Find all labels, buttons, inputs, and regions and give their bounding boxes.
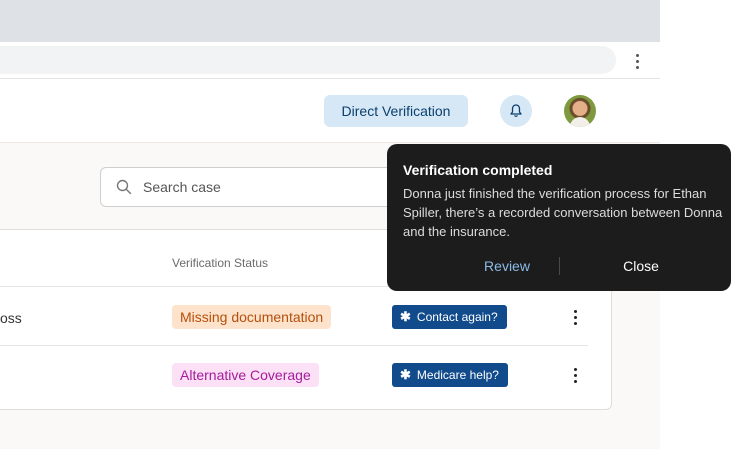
browser-tab-strip (0, 0, 660, 42)
toast-action-divider (559, 257, 560, 275)
row-menu-icon[interactable] (568, 366, 584, 384)
row-menu-icon[interactable] (568, 308, 584, 326)
browser-menu-icon[interactable] (630, 51, 646, 71)
search-field[interactable] (100, 167, 410, 207)
notifications-button[interactable] (500, 95, 532, 127)
close-button[interactable]: Close (581, 254, 701, 278)
bell-icon (510, 104, 522, 117)
action-label: Medicare help? (416, 368, 499, 382)
verification-toast: Verification completed Donna just finish… (387, 144, 731, 291)
toast-title: Verification completed (403, 162, 553, 178)
browser-toolbar (0, 42, 660, 79)
status-badge: Alternative Coverage (172, 363, 319, 387)
asterisk-icon: ✱ (400, 367, 411, 382)
column-header-verification-status: Verification Status (172, 256, 269, 270)
direct-verification-button[interactable]: Direct Verification (324, 95, 468, 127)
address-bar[interactable] (0, 46, 616, 74)
table-row-divider (0, 345, 588, 346)
avatar-shoulders (570, 117, 590, 127)
table-cell-name: oss (0, 310, 22, 326)
contact-again-button[interactable]: ✱ Contact again? (392, 305, 507, 329)
status-badge: Missing documentation (172, 305, 332, 329)
app-header: Direct Verification (0, 79, 660, 143)
asterisk-icon: ✱ (400, 309, 411, 324)
search-icon (116, 179, 132, 195)
action-label: Contact again? (416, 310, 498, 324)
toast-message: Donna just finished the verification pro… (403, 186, 723, 239)
user-avatar[interactable] (564, 95, 596, 127)
review-button[interactable]: Review (447, 254, 567, 278)
search-input[interactable] (143, 168, 403, 206)
medicare-help-button[interactable]: ✱ Medicare help? (392, 363, 508, 387)
